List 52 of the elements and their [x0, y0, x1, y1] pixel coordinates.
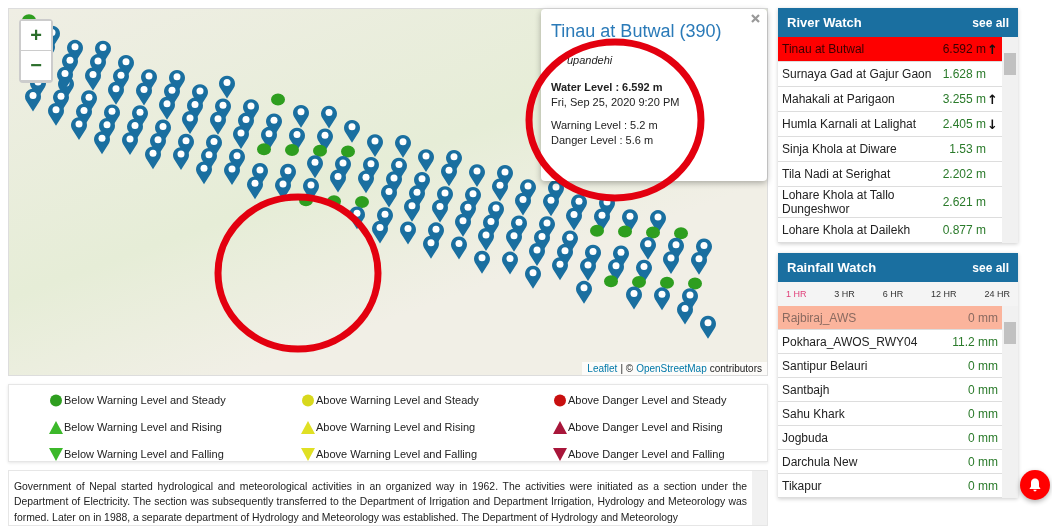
panel-title: River Watch	[787, 15, 862, 30]
attribution-text: | ©	[620, 362, 634, 374]
legend-label: Below Warning Level and Steady	[64, 394, 226, 406]
popup-title: Tinau at Butwal (390)	[551, 21, 723, 42]
legend-label: Above Warning Level and Falling	[316, 448, 478, 460]
water-level: Water Level : 6.592 m	[551, 80, 664, 95]
legend-label: Above Danger Level and Falling	[568, 448, 725, 460]
scrollbar[interactable]	[1002, 37, 1018, 243]
see-all-link[interactable]: see all	[972, 15, 1009, 30]
station-row[interactable]: Tikapur 0 mm	[778, 474, 1002, 498]
station-row[interactable]: Surnaya Gad at Gajur Gaon 1.628 m	[778, 62, 1002, 87]
station-row[interactable]: Sinja Khola at Diware 1.53 m	[778, 137, 1002, 162]
panel-title: Rainfall Watch	[787, 260, 877, 275]
legend-label: Below Warning Level and Falling	[64, 448, 224, 460]
station-row[interactable]: Tila Nadi at Serighat 2.202 m	[778, 162, 1002, 187]
station-row[interactable]: Pokhara_AWOS_RWY04 11.2 mm	[778, 330, 1002, 354]
station-row[interactable]: Mahakali at Parigaon 3.255 m↑	[778, 87, 1002, 112]
close-icon[interactable]	[751, 14, 760, 23]
station-row[interactable]: Lohare Khola at Dailekh 0.877 m	[778, 218, 1002, 243]
district-name: upandehi	[567, 54, 614, 66]
reading-time: Fri, Sep 25, 2020 9:20 PM	[551, 95, 681, 110]
bell-icon	[1027, 477, 1043, 493]
danger-level: Danger Level : 5.6 m	[551, 133, 655, 148]
station-row[interactable]: Humla Karnali at Lalighat 2.405 m↓	[778, 112, 1002, 137]
legend-label: Above Warning Level and Steady	[316, 394, 479, 406]
period-tab[interactable]: 1 HR	[784, 287, 809, 301]
legend-label: Below Warning Level and Rising	[64, 421, 222, 433]
station-row[interactable]: Darchula New 0 mm	[778, 450, 1002, 474]
see-all-link[interactable]: see all	[972, 260, 1009, 275]
station-row[interactable]: Tinau at Butwal 6.592 m↑	[778, 37, 1002, 62]
station-row[interactable]: Santbajh 0 mm	[778, 378, 1002, 402]
leaflet-link[interactable]: Leaflet	[587, 362, 618, 374]
legend-label: Above Danger Level and Rising	[568, 421, 723, 433]
openstreetmap-link[interactable]: OpenStreetMap	[636, 362, 707, 374]
scrollbar[interactable]	[752, 470, 767, 525]
warning-level: Warning Level : 5.2 m	[551, 118, 659, 133]
station-row[interactable]: Lohare Khola at Tallo Dungeshwor 2.621 m	[778, 187, 1002, 218]
zoom-in-button[interactable]: +	[21, 21, 51, 51]
alert-button[interactable]	[1020, 470, 1050, 500]
station-row[interactable]: Santipur Belauri 0 mm	[778, 354, 1002, 378]
period-tab[interactable]: 12 HR	[929, 287, 959, 301]
about-paragraph: Government of Nepal started hydrological and meteorological activities in an organized way in 1962. The activities were initiated as a section under the Department of Electricity. The section was subsequently transferred to the Department of Irrigation and Department Irrigation, Hydrology and Meteorology was formed. Later on in 1988, a separate department of Hydrology and Meteorology was established. The Department of Hydrology and Meteorology	[14, 479, 747, 525]
period-tab[interactable]: 3 HR	[832, 287, 857, 301]
period-tab[interactable]: 24 HR	[982, 287, 1012, 301]
scrollbar[interactable]	[1002, 306, 1018, 498]
map-placeholder[interactable]: + − Tinau at Butwal (390) upandehi Water Level : 6.592 m Fri, Sep 25, 2020 9:20 PM Warning Level : 5.2 m Danger Level : 5.6 m Leaflet | © OpenStreetMap contributors	[8, 8, 768, 376]
period-tab[interactable]: 6 HR	[880, 287, 906, 301]
legend-label: Above Danger Level and Steady	[568, 394, 727, 406]
station-row[interactable]: Sahu Khark 0 mm	[778, 402, 1002, 426]
attribution-text: contributors	[709, 362, 762, 374]
legend-label: Above Warning Level and Rising	[316, 421, 476, 433]
station-row[interactable]: Jogbuda 0 mm	[778, 426, 1002, 450]
